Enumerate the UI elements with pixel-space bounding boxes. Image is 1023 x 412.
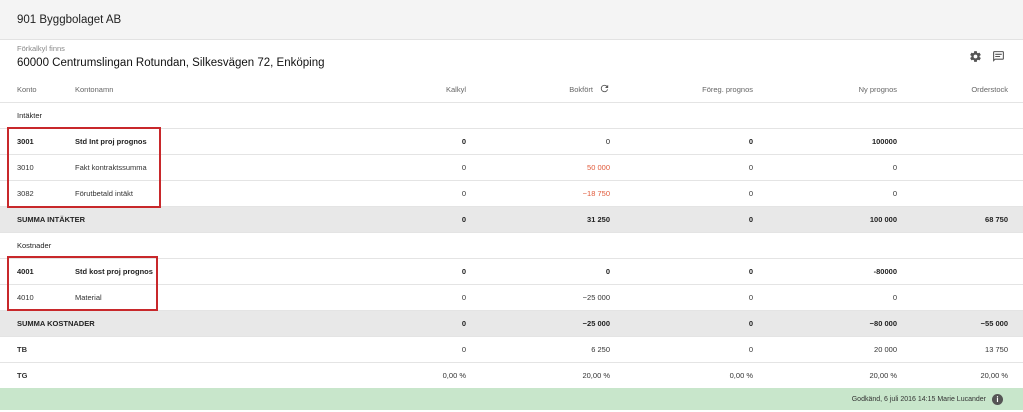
foreg-cell: 0 [610, 310, 753, 337]
kalkyl-cell: 0 [275, 310, 466, 337]
table-row[interactable]: 3082 Förutbetald intäkt 0 −18 750 0 0 [0, 180, 1023, 207]
top-bar: 901 Byggbolaget AB [0, 0, 1023, 40]
bokfort-cell: 50 000 [466, 154, 610, 181]
bokfort-cell: 0 [466, 128, 610, 155]
company-name: 901 Byggbolaget AB [17, 13, 122, 26]
tb-row: TB 0 6 250 0 20 000 13 750 [0, 336, 1023, 363]
section-row-kostnader: Kostnader [0, 232, 1023, 259]
forecast-subtitle: Förkalkyl finns [17, 44, 65, 53]
approval-status: Godkänd, 6 juli 2016 14:15 Marie Lucande… [851, 395, 986, 403]
info-icon[interactable]: i [992, 393, 1003, 405]
table-header-row: Konto Kontonamn Kalkyl Bokfört Föreg. pr… [0, 76, 1023, 103]
ny-prognos-cell: 20,00 % [753, 362, 897, 389]
konto-cell: 3001 [0, 128, 75, 155]
foreg-cell: 0 [610, 154, 753, 181]
foreg-cell: 0 [610, 284, 753, 311]
ny-prognos-cell[interactable]: 100000 [753, 128, 897, 155]
konto-cell: 4010 [0, 284, 75, 311]
ny-prognos-cell[interactable]: 0 [753, 154, 897, 181]
ny-prognos-cell[interactable]: -80000 [753, 258, 897, 285]
konto-cell: 3082 [0, 180, 75, 207]
bokfort-cell: 6 250 [466, 336, 610, 363]
foreg-cell: 0 [610, 336, 753, 363]
orderstock-cell [897, 128, 1023, 155]
summary-label: SUMMA INTÄKTER [0, 206, 275, 233]
kontonamn-cell: Material [75, 284, 275, 311]
col-bokfort-label: Bokfört [569, 84, 593, 94]
orderstock-cell [897, 284, 1023, 311]
section-row-intakter: Intäkter [0, 102, 1023, 129]
section-label: Intäkter [0, 102, 1023, 129]
foreg-cell: 0,00 % [610, 362, 753, 389]
section-label: Kostnader [0, 232, 1023, 259]
table-row[interactable]: 3001 Std Int proj prognos 0 0 0 100000 [0, 128, 1023, 155]
kalkyl-cell: 0 [275, 128, 466, 155]
ny-prognos-cell: −80 000 [753, 310, 897, 337]
orderstock-cell: −55 000 [897, 310, 1023, 337]
kontonamn-cell: Förutbetald intäkt [75, 180, 275, 207]
foreg-cell: 0 [610, 206, 753, 233]
col-kalkyl: Kalkyl [275, 76, 466, 103]
table-row[interactable]: 4010 Material 0 −25 000 0 0 [0, 284, 1023, 311]
bokfort-cell: −25 000 [466, 284, 610, 311]
bokfort-cell: −18 750 [466, 180, 610, 207]
kalkyl-cell: 0,00 % [275, 362, 466, 389]
summary-row-kostnader: SUMMA KOSTNADER 0 −25 000 0 −80 000 −55 … [0, 310, 1023, 337]
kalkyl-cell: 0 [275, 336, 466, 363]
ny-prognos-cell: 100 000 [753, 206, 897, 233]
foreg-cell: 0 [610, 128, 753, 155]
orderstock-cell: 68 750 [897, 206, 1023, 233]
kalkyl-cell: 0 [275, 206, 466, 233]
kalkyl-cell: 0 [275, 154, 466, 181]
col-bokfort: Bokfört [466, 76, 610, 103]
col-foreg-prognos: Föreg. prognos [610, 76, 753, 103]
gear-icon[interactable] [969, 50, 982, 63]
status-footer: Godkänd, 6 juli 2016 14:15 Marie Lucande… [0, 388, 1023, 410]
bokfort-cell: −25 000 [466, 310, 610, 337]
foreg-cell: 0 [610, 180, 753, 207]
col-kontonamn: Kontonamn [75, 76, 275, 103]
kontonamn-cell: Std Int proj prognos [75, 128, 275, 155]
ny-prognos-cell[interactable]: 0 [753, 284, 897, 311]
orderstock-cell [897, 154, 1023, 181]
kalkyl-cell: 0 [275, 258, 466, 285]
orderstock-cell [897, 258, 1023, 285]
kalkyl-cell: 0 [275, 284, 466, 311]
tg-label: TG [0, 362, 275, 389]
summary-row-intakter: SUMMA INTÄKTER 0 31 250 0 100 000 68 750 [0, 206, 1023, 233]
project-title: 60000 Centrumslingan Rotundan, Silkesväg… [17, 57, 325, 69]
konto-cell: 3010 [0, 154, 75, 181]
bokfort-cell: 31 250 [466, 206, 610, 233]
konto-cell: 4001 [0, 258, 75, 285]
kontonamn-cell: Fakt kontraktssumma [75, 154, 275, 181]
forecast-table: Konto Kontonamn Kalkyl Bokfört Föreg. pr… [0, 76, 1023, 389]
bokfort-cell: 0 [466, 258, 610, 285]
orderstock-cell: 13 750 [897, 336, 1023, 363]
orderstock-cell: 20,00 % [897, 362, 1023, 389]
bokfort-cell: 20,00 % [466, 362, 610, 389]
ny-prognos-cell[interactable]: 0 [753, 180, 897, 207]
refresh-icon[interactable] [599, 83, 610, 96]
orderstock-cell [897, 180, 1023, 207]
kalkyl-cell: 0 [275, 180, 466, 207]
tg-row: TG 0,00 % 20,00 % 0,00 % 20,00 % 20,00 % [0, 362, 1023, 389]
project-header: Förkalkyl finns 60000 Centrumslingan Rot… [0, 40, 1023, 76]
kontonamn-cell: Std kost proj prognos [75, 258, 275, 285]
tb-label: TB [0, 336, 275, 363]
foreg-cell: 0 [610, 258, 753, 285]
col-konto: Konto [0, 76, 75, 103]
col-ny-prognos: Ny prognos [753, 76, 897, 103]
table-row[interactable]: 4001 Std kost proj prognos 0 0 0 -80000 [0, 258, 1023, 285]
col-orderstock: Orderstock [897, 76, 1023, 103]
ny-prognos-cell: 20 000 [753, 336, 897, 363]
table-row[interactable]: 3010 Fakt kontraktssumma 0 50 000 0 0 [0, 154, 1023, 181]
comment-icon[interactable] [992, 50, 1005, 63]
summary-label: SUMMA KOSTNADER [0, 310, 275, 337]
